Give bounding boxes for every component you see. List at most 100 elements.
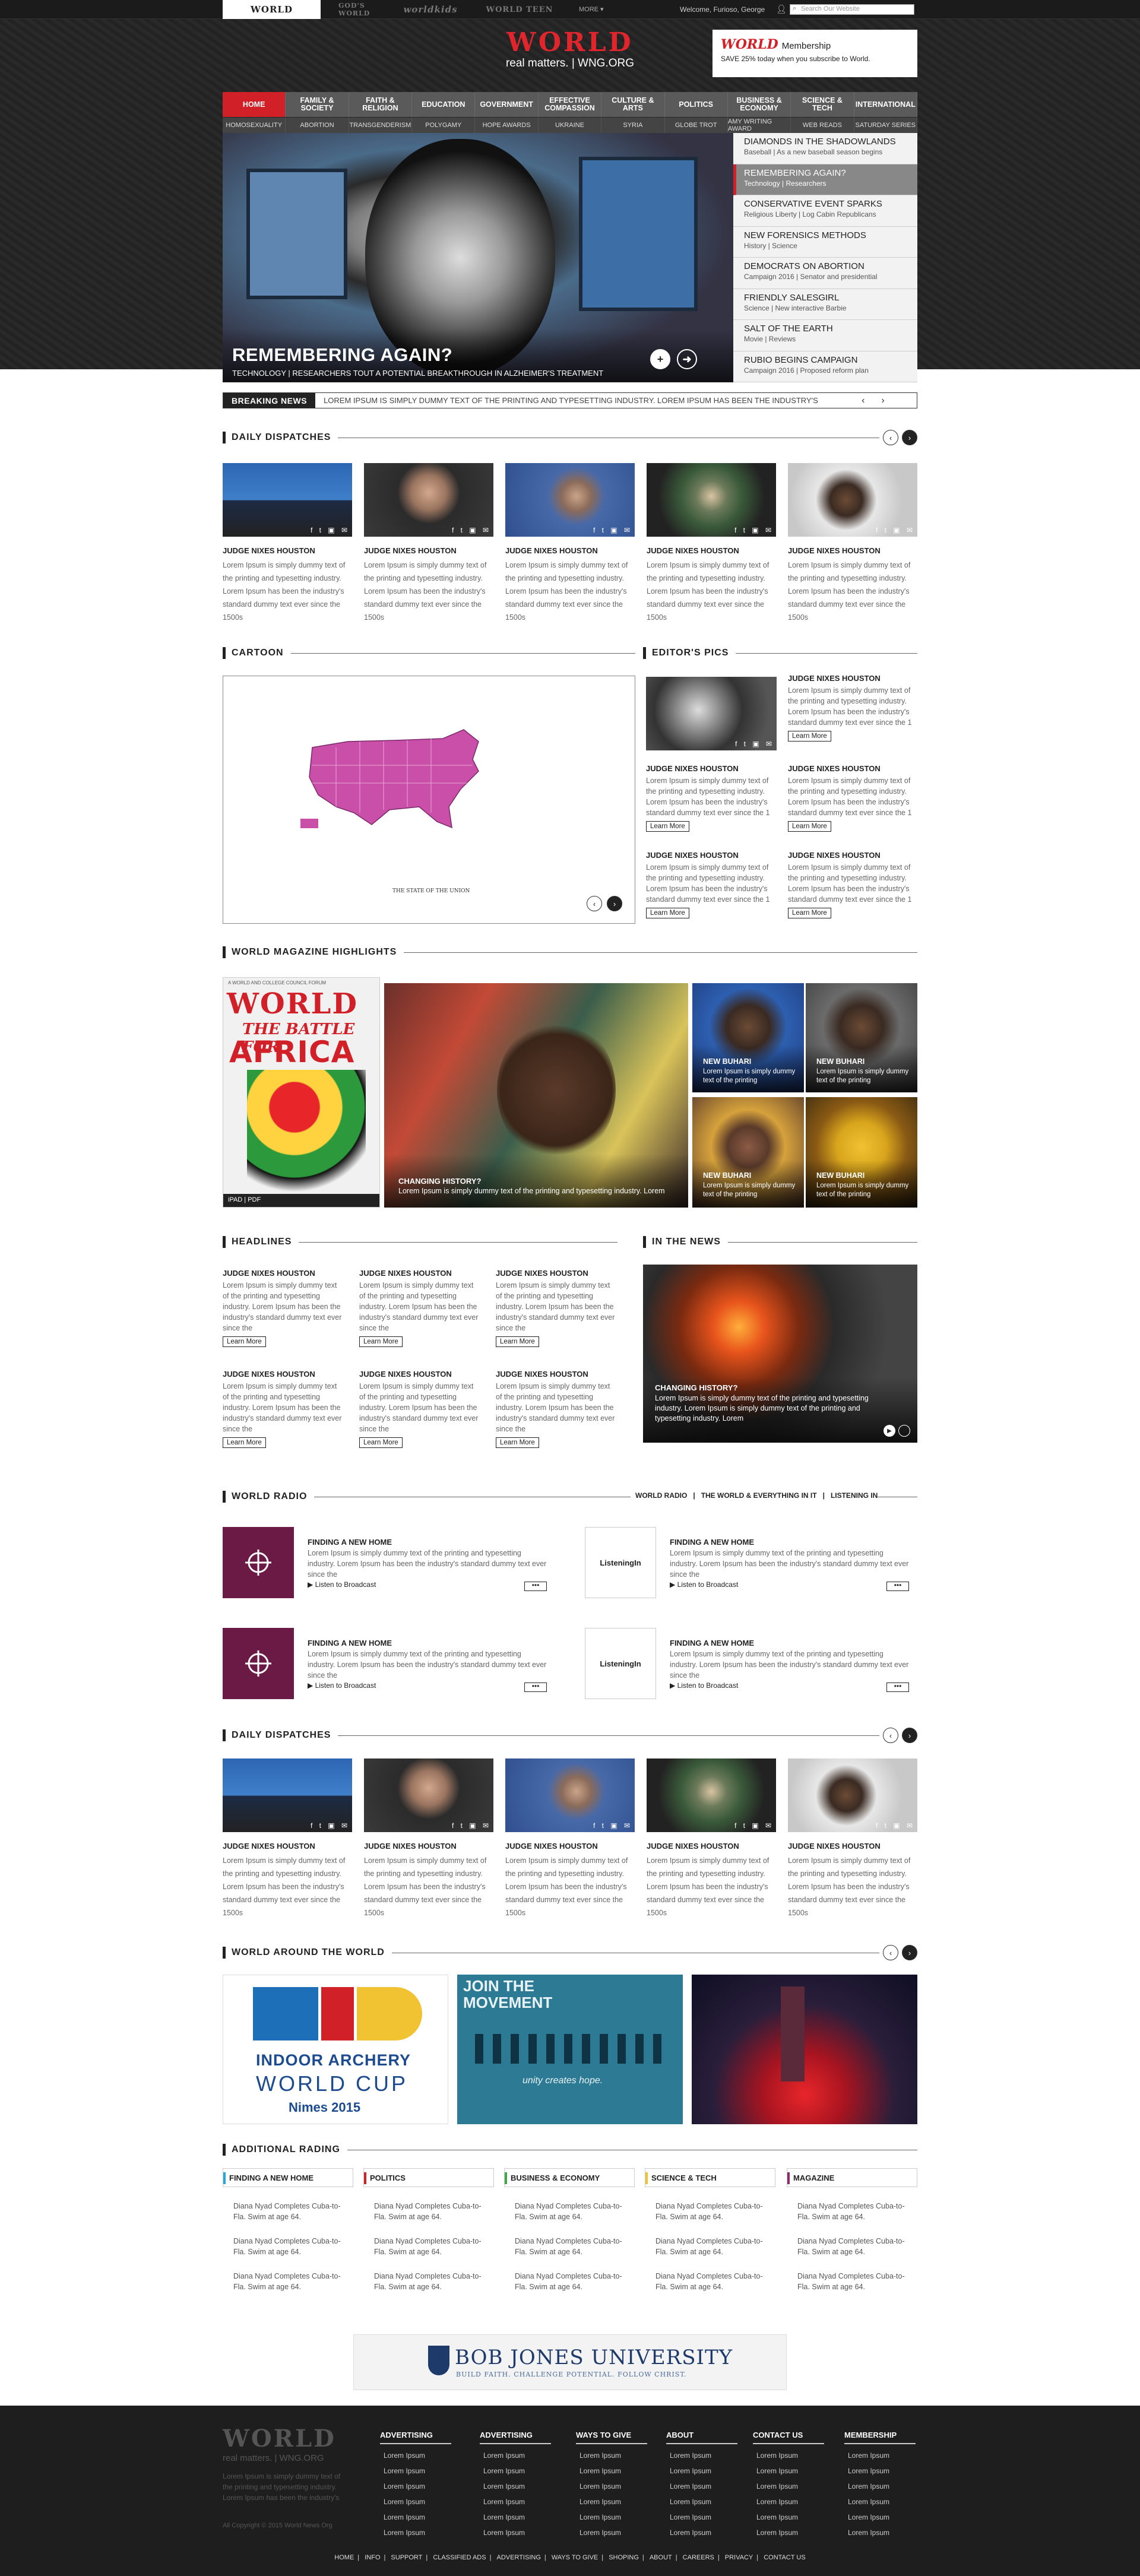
footer-link[interactable]: Lorem Ipsum [670, 2482, 743, 2491]
in-the-news-feature[interactable]: CHANGING HISTORY? Lorem Ipsum is simply … [643, 1265, 917, 1443]
footer-link[interactable]: Lorem Ipsum [670, 2451, 743, 2460]
reading-column-header[interactable]: SCIENCE & TECH [645, 2168, 775, 2187]
footer-bottom-link[interactable]: HOME [334, 2554, 354, 2561]
dispatch-card[interactable]: f t ▣ ✉ JUDGE NIXES HOUSTON Lorem Ipsum is… [223, 1758, 352, 1919]
footer-bottom-link[interactable]: CONTACT US [764, 2554, 806, 2561]
reading-item[interactable]: Diana Nyad Completes Cuba-to-Fla. Swim a… [223, 2201, 353, 2222]
subnav-ukraine[interactable]: UKRAINE [539, 118, 602, 133]
membership-banner[interactable]: WORLD Membership SAVE 25% today when you … [712, 30, 917, 77]
story-item[interactable]: SALT OF THE EARTH Movie | Reviews [733, 320, 917, 351]
social-icons[interactable]: f t ▣ ✉ [876, 1821, 915, 1830]
footer-link[interactable]: Lorem Ipsum [670, 2467, 743, 2475]
story-item[interactable]: CONSERVATIVE EVENT SPARKS Religious Liber… [733, 195, 917, 227]
story-item[interactable]: FRIENDLY SALESGIRL Science | New interact… [733, 289, 917, 320]
reading-column-header[interactable]: MAGAZINE [787, 2168, 917, 2187]
footer-link[interactable]: Lorem Ipsum [848, 2498, 922, 2506]
nav-government[interactable]: GOVERNMENT [475, 92, 539, 117]
reading-item[interactable]: Diana Nyad Completes Cuba-to-Fla. Swim a… [504, 2201, 635, 2222]
footer-link[interactable]: Lorem Ipsum [384, 2451, 457, 2460]
story-item[interactable]: DEMOCRATS ON ABORTION Campaign 2016 | Sen… [733, 258, 917, 289]
more-options-button[interactable]: ••• [524, 1582, 547, 1591]
learn-more-button[interactable]: Learn More [788, 908, 831, 918]
editors-pick[interactable]: JUDGE NIXES HOUSTON Lorem Ipsum is simply… [646, 764, 777, 832]
footer-link[interactable]: Lorem Ipsum [580, 2529, 653, 2537]
archery-world-cup-banner[interactable]: INDOOR ARCHERY WORLD CUP Nimes 2015 [223, 1975, 448, 2124]
subnav-homosexuality[interactable]: HOMOSEXUALITY [223, 118, 286, 133]
brand-tab-world-teen[interactable]: WORLD TEEN [472, 0, 567, 19]
reading-item[interactable]: Diana Nyad Completes Cuba-to-Fla. Swim a… [787, 2201, 917, 2222]
subnav-amy-writing-award[interactable]: AMY WRITING AWARD [728, 118, 791, 133]
social-icons[interactable]: f t ▣ ✉ [593, 1821, 632, 1830]
nav-culture-arts[interactable]: CULTURE & ARTS [601, 92, 665, 117]
social-icons[interactable]: f t ▣ ✉ [734, 526, 774, 534]
subnav-transgenderism[interactable]: TRANSGENDERISM [349, 118, 413, 133]
dispatch-card[interactable]: f t ▣ ✉ JUDGE NIXES HOUSTON Lorem Ipsum is… [505, 463, 635, 624]
radio-item[interactable]: FINDING A NEW HOME Lorem Ipsum is simply… [223, 1527, 555, 1598]
tab-listening-in[interactable]: LISTENING IN [831, 1491, 878, 1500]
headline-item[interactable]: JUDGE NIXES HOUSTON Lorem Ipsum is simply… [223, 1370, 344, 1448]
search-input[interactable]: Search Our Website [790, 4, 914, 15]
footer-link[interactable]: Lorem Ipsum [756, 2482, 830, 2491]
dispatch-card[interactable]: f t ▣ ✉ JUDGE NIXES HOUSTON Lorem Ipsum is… [788, 463, 917, 624]
tab-world-everything[interactable]: THE WORLD & EVERYTHING IN IT [701, 1491, 817, 1500]
footer-bottom-link[interactable]: ABOUT [650, 2554, 672, 2561]
footer-bottom-link[interactable]: WAYS TO GIVE [552, 2554, 598, 2561]
footer-link[interactable]: Lorem Ipsum [483, 2513, 557, 2521]
brand-tab-gods-world[interactable]: GOD'S WORLD [338, 0, 395, 19]
dispatch-card[interactable]: f t ▣ ✉ JUDGE NIXES HOUSTON Lorem Ipsum is… [647, 463, 776, 624]
footer-link[interactable]: Lorem Ipsum [848, 2467, 922, 2475]
learn-more-button[interactable]: Learn More [788, 731, 831, 742]
footer-link[interactable]: Lorem Ipsum [756, 2529, 830, 2537]
footer-link[interactable]: Lorem Ipsum [756, 2513, 830, 2521]
subnav-polygamy[interactable]: POLYGAMY [412, 118, 476, 133]
editors-pick[interactable]: JUDGE NIXES HOUSTON Lorem Ipsum is simply… [788, 764, 919, 832]
radio-item[interactable]: ListeningIn FINDING A NEW HOME Lorem Ips… [585, 1628, 917, 1699]
nav-education[interactable]: EDUCATION [412, 92, 476, 117]
footer-bottom-link[interactable]: SUPPORT [391, 2554, 422, 2561]
nav-family-society[interactable]: FAMILY & SOCIETY [286, 92, 349, 117]
footer-bottom-link[interactable]: INFO [365, 2554, 380, 2561]
breaking-news-text[interactable]: LOREM IPSUM IS SIMPLY DUMMY TEXT OF THE … [315, 396, 844, 405]
social-icons[interactable]: f t ▣ ✉ [311, 526, 350, 534]
footer-bottom-link[interactable]: ADVERTISING [497, 2554, 541, 2561]
footer-link[interactable]: Lorem Ipsum [670, 2529, 743, 2537]
magazine-item[interactable]: NEW BUHARI Lorem Ipsum is simply dummy te… [806, 983, 917, 1092]
footer-link[interactable]: Lorem Ipsum [580, 2467, 653, 2475]
listen-link[interactable]: ▶ Listen to Broadcast [670, 1681, 738, 1690]
next-button[interactable]: › [902, 1945, 917, 1960]
footer-link[interactable]: Lorem Ipsum [384, 2513, 457, 2521]
dispatch-card[interactable]: f t ▣ ✉ JUDGE NIXES HOUSTON Lorem Ipsum is… [505, 1758, 635, 1919]
magazine-item[interactable]: NEW BUHARI Lorem Ipsum is simply dummy te… [806, 1097, 917, 1208]
prev-button[interactable]: ‹ [883, 1945, 898, 1960]
footer-link[interactable]: Lorem Ipsum [670, 2498, 743, 2506]
nav-international[interactable]: INTERNATIONAL [854, 92, 917, 117]
footer-logo[interactable]: WORLD [223, 2425, 336, 2453]
reading-column-header[interactable]: POLITICS [363, 2168, 494, 2187]
reading-item[interactable]: Diana Nyad Completes Cuba-to-Fla. Swim a… [363, 2236, 494, 2257]
learn-more-button[interactable]: Learn More [788, 821, 831, 832]
footer-link[interactable]: Lorem Ipsum [580, 2451, 653, 2460]
more-options-button[interactable]: ••• [886, 1582, 909, 1591]
more-dropdown[interactable]: MORE ▾ [579, 5, 604, 13]
headline-item[interactable]: JUDGE NIXES HOUSTON Lorem Ipsum is simply… [359, 1370, 481, 1448]
footer-link[interactable]: Lorem Ipsum [756, 2467, 830, 2475]
subnav-abortion[interactable]: ABORTION [286, 118, 349, 133]
story-item[interactable]: DIAMONDS IN THE SHADOWLANDS Baseball | As… [733, 133, 917, 164]
footer-link[interactable]: Lorem Ipsum [848, 2451, 922, 2460]
footer-bottom-link[interactable]: PRIVACY [725, 2554, 753, 2561]
magazine-feature[interactable]: CHANGING HISTORY? Lorem Ipsum is simply … [384, 983, 688, 1208]
celebration-photo[interactable] [692, 1975, 917, 2124]
dispatch-card[interactable]: f t ▣ ✉ JUDGE NIXES HOUSTON Lorem Ipsum is… [647, 1758, 776, 1919]
footer-link[interactable]: Lorem Ipsum [384, 2467, 457, 2475]
learn-more-button[interactable]: Learn More [223, 1437, 266, 1448]
learn-more-button[interactable]: Learn More [646, 908, 689, 918]
dispatch-card[interactable]: f t ▣ ✉ JUDGE NIXES HOUSTON Lorem Ipsum is… [788, 1758, 917, 1919]
play-icon[interactable]: ▶ [884, 1425, 895, 1437]
next-button[interactable]: › [902, 1728, 917, 1743]
nav-effective-compassion[interactable]: EFFECTIVE COMPASSION [539, 92, 602, 117]
reading-item[interactable]: Diana Nyad Completes Cuba-to-Fla. Swim a… [223, 2271, 353, 2292]
footer-link[interactable]: Lorem Ipsum [848, 2513, 922, 2521]
story-item[interactable]: NEW FORENSICS METHODS History | Science [733, 227, 917, 258]
radio-item[interactable]: FINDING A NEW HOME Lorem Ipsum is simply… [223, 1628, 555, 1699]
bob-jones-ad-banner[interactable]: BOB JONES UNIVERSITY BUILD FAITH. CHALLE… [353, 2334, 787, 2390]
